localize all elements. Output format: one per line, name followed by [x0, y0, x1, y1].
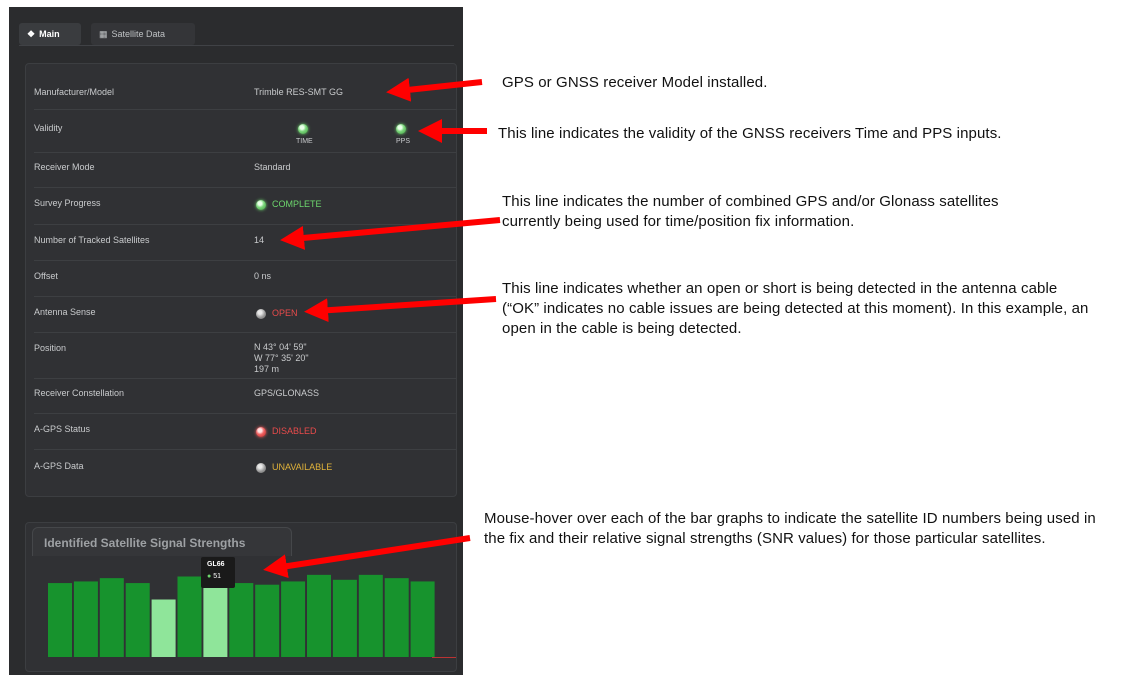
position-latitude: N 43° 04' 59" [254, 342, 307, 352]
row-antenna-sense: Antenna Sense OPEN [34, 296, 456, 319]
agps-data-led [256, 463, 266, 473]
antenna-sense-status: OPEN [272, 308, 298, 318]
tab-satellite-data[interactable]: ▦ Satellite Data [91, 23, 195, 45]
row-tracked-satellites: Number of Tracked Satellites 14 [34, 224, 456, 245]
position-altitude: 197 m [254, 364, 280, 374]
row-agps-data: A-GPS Data UNAVAILABLE [34, 449, 456, 473]
time-validity-led [298, 124, 308, 134]
survey-progress-led [256, 200, 266, 210]
row-agps-status: A-GPS Status DISABLED [34, 413, 456, 437]
agps-status-led [256, 427, 266, 437]
offset-label: Offset [34, 271, 58, 281]
position-longitude: W 77° 35' 20" [254, 353, 309, 363]
tooltip-snr: ● 51 [207, 573, 221, 580]
row-receiver-mode: Receiver Mode Standard [34, 152, 456, 172]
antenna-sense-label: Antenna Sense [34, 307, 96, 317]
info-icon: ❖ [27, 28, 36, 39]
antenna-sense-led [256, 309, 266, 319]
row-offset: Offset 0 ns [34, 260, 456, 281]
status-table: Manufacturer/Model Trimble RES-SMT GG Va… [25, 63, 457, 497]
agps-data-status: UNAVAILABLE [272, 462, 333, 472]
tab-main-label: Main [39, 29, 60, 39]
tooltip-satellite-id: GL66 [207, 561, 225, 568]
row-survey-progress: Survey Progress COMPLETE [34, 187, 456, 210]
time-caption: TIME [296, 138, 313, 145]
constellation-label: Receiver Constellation [34, 388, 125, 398]
tab-main[interactable]: ❖ Main [19, 23, 81, 45]
receiver-mode-label: Receiver Mode [34, 162, 95, 172]
survey-progress-status: COMPLETE [272, 199, 322, 209]
annotation-hover: Mouse-hover over each of the bar graphs … [484, 510, 1096, 547]
chart-baseline [432, 657, 456, 658]
pps-validity-led [396, 124, 406, 134]
manufacturer-label: Manufacturer/Model [34, 87, 115, 97]
agps-status-label: A-GPS Status [34, 424, 91, 434]
satellite-tooltip: GL66 ● 51 [201, 557, 235, 588]
table-icon: ▦ [99, 28, 108, 39]
annotation-validity: This line indicates the validity of the … [498, 125, 1002, 142]
annotation-model: GPS or GNSS receiver Model installed. [502, 74, 768, 91]
constellation-value: GPS/GLONASS [254, 388, 320, 398]
survey-progress-label: Survey Progress [34, 198, 101, 208]
pps-caption: PPS [396, 138, 411, 145]
row-constellation: Receiver Constellation GPS/GLONASS [34, 378, 456, 398]
tab-satellite-data-label: Satellite Data [111, 29, 166, 39]
validity-label: Validity [34, 123, 63, 133]
tracked-satellites-value: 14 [254, 235, 265, 245]
offset-value: 0 ns [254, 271, 272, 281]
row-position: Position N 43° 04' 59" W 77° 35' 20" 197… [34, 332, 456, 374]
manufacturer-value: Trimble RES-SMT GG [254, 87, 344, 97]
chart-title: Identified Satellite Signal Strengths [44, 536, 246, 550]
agps-status-value: DISABLED [272, 426, 317, 436]
tab-divider [19, 45, 454, 46]
row-validity: Validity TIME PPS [34, 109, 456, 145]
annotation-antenna: This line indicates whether an open or s… [502, 280, 1089, 337]
agps-data-label: A-GPS Data [34, 461, 84, 471]
annotation-satellites: This line indicates the number of combin… [502, 193, 999, 230]
tooltip-snr-value: 51 [213, 573, 221, 580]
receiver-mode-value: Standard [254, 162, 291, 172]
tracked-satellites-label: Number of Tracked Satellites [34, 235, 150, 245]
position-label: Position [34, 343, 67, 353]
